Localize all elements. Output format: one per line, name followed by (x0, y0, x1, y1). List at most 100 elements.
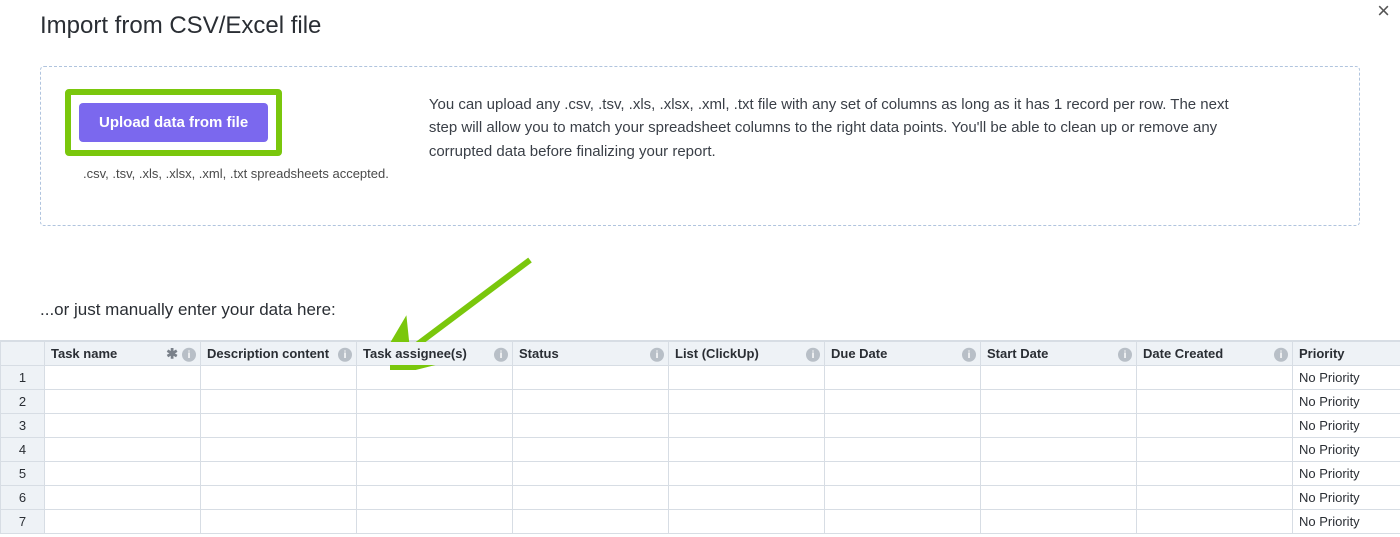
cell[interactable] (981, 390, 1137, 414)
file-dropzone[interactable]: Upload data from file .csv, .tsv, .xls, … (40, 66, 1360, 226)
cell[interactable] (201, 510, 357, 534)
column-label: Task name (51, 346, 117, 361)
column-header-start-date[interactable]: Start Date i (981, 342, 1137, 366)
column-header-status[interactable]: Status i (513, 342, 669, 366)
cell[interactable] (1137, 510, 1293, 534)
cell[interactable] (513, 414, 669, 438)
row-number: 4 (1, 438, 45, 462)
cell[interactable] (513, 510, 669, 534)
cell[interactable] (513, 366, 669, 390)
cell[interactable] (1137, 462, 1293, 486)
cell[interactable] (1137, 414, 1293, 438)
info-icon[interactable]: i (650, 345, 664, 362)
cell[interactable] (669, 414, 825, 438)
column-header-task-name[interactable]: Task name ✱ i (45, 342, 201, 366)
cell[interactable] (981, 486, 1137, 510)
info-icon[interactable]: i (182, 345, 196, 362)
accepted-formats-text: .csv, .tsv, .xls, .xlsx, .xml, .txt spre… (83, 166, 389, 181)
cell[interactable] (669, 510, 825, 534)
column-label: Status (519, 346, 559, 361)
cell[interactable] (825, 510, 981, 534)
cell[interactable]: No Priority (1293, 390, 1400, 414)
cell[interactable] (513, 486, 669, 510)
upload-highlight: Upload data from file (65, 89, 282, 156)
cell[interactable] (357, 438, 513, 462)
cell[interactable] (825, 390, 981, 414)
cell[interactable]: No Priority (1293, 366, 1400, 390)
cell[interactable] (357, 366, 513, 390)
cell[interactable] (201, 366, 357, 390)
page-title: Import from CSV/Excel file (40, 12, 1360, 40)
column-label: List (ClickUp) (675, 346, 759, 361)
cell[interactable] (981, 366, 1137, 390)
cell[interactable] (201, 414, 357, 438)
cell[interactable] (357, 414, 513, 438)
info-icon[interactable]: i (494, 345, 508, 362)
column-header-priority[interactable]: Priority (1293, 342, 1400, 366)
cell[interactable] (669, 366, 825, 390)
cell[interactable]: No Priority (1293, 462, 1400, 486)
cell[interactable] (357, 390, 513, 414)
column-header-description[interactable]: Description content i (201, 342, 357, 366)
cell[interactable] (357, 486, 513, 510)
row-number: 5 (1, 462, 45, 486)
cell[interactable] (357, 510, 513, 534)
cell[interactable] (45, 366, 201, 390)
cell[interactable] (669, 390, 825, 414)
cell[interactable] (981, 462, 1137, 486)
cell[interactable] (45, 414, 201, 438)
cell[interactable] (825, 366, 981, 390)
cell[interactable] (513, 390, 669, 414)
cell[interactable] (201, 462, 357, 486)
cell[interactable]: No Priority (1293, 414, 1400, 438)
column-header-assignee[interactable]: Task assignee(s) i (357, 342, 513, 366)
cell[interactable] (45, 510, 201, 534)
cell[interactable]: No Priority (1293, 438, 1400, 462)
cell[interactable] (981, 438, 1137, 462)
column-header-date-created[interactable]: Date Created i (1137, 342, 1293, 366)
row-number: 1 (1, 366, 45, 390)
cell[interactable] (669, 462, 825, 486)
cell[interactable] (1137, 486, 1293, 510)
table-row: 1 No Priority (1, 366, 1400, 390)
column-header-due-date[interactable]: Due Date i (825, 342, 981, 366)
info-icon[interactable]: i (806, 345, 820, 362)
info-icon[interactable]: i (1118, 345, 1132, 362)
spreadsheet[interactable]: Task name ✱ i Description content i Task… (0, 340, 1400, 534)
column-label: Task assignee(s) (363, 346, 467, 361)
table-row: 6 No Priority (1, 486, 1400, 510)
cell[interactable] (669, 438, 825, 462)
close-icon[interactable]: × (1377, 0, 1390, 22)
info-icon[interactable]: i (338, 345, 352, 362)
cell[interactable] (513, 462, 669, 486)
cell[interactable] (825, 486, 981, 510)
cell[interactable] (201, 438, 357, 462)
cell[interactable] (201, 486, 357, 510)
required-icon: ✱ (166, 345, 178, 362)
cell[interactable] (981, 510, 1137, 534)
upload-data-button[interactable]: Upload data from file (79, 103, 268, 142)
cell[interactable] (1137, 390, 1293, 414)
cell[interactable] (513, 438, 669, 462)
cell[interactable] (1137, 366, 1293, 390)
cell[interactable]: No Priority (1293, 486, 1400, 510)
cell[interactable] (45, 438, 201, 462)
cell[interactable] (45, 462, 201, 486)
cell[interactable] (45, 486, 201, 510)
row-number: 6 (1, 486, 45, 510)
cell[interactable] (825, 414, 981, 438)
cell[interactable] (45, 390, 201, 414)
cell[interactable] (357, 462, 513, 486)
cell[interactable] (669, 486, 825, 510)
info-icon[interactable]: i (962, 345, 976, 362)
cell[interactable] (981, 414, 1137, 438)
cell[interactable] (201, 390, 357, 414)
cell[interactable] (825, 462, 981, 486)
cell[interactable] (825, 438, 981, 462)
cell[interactable]: No Priority (1293, 510, 1400, 534)
column-header-list[interactable]: List (ClickUp) i (669, 342, 825, 366)
column-label: Date Created (1143, 346, 1223, 361)
cell[interactable] (1137, 438, 1293, 462)
table-row: 4 No Priority (1, 438, 1400, 462)
info-icon[interactable]: i (1274, 345, 1288, 362)
